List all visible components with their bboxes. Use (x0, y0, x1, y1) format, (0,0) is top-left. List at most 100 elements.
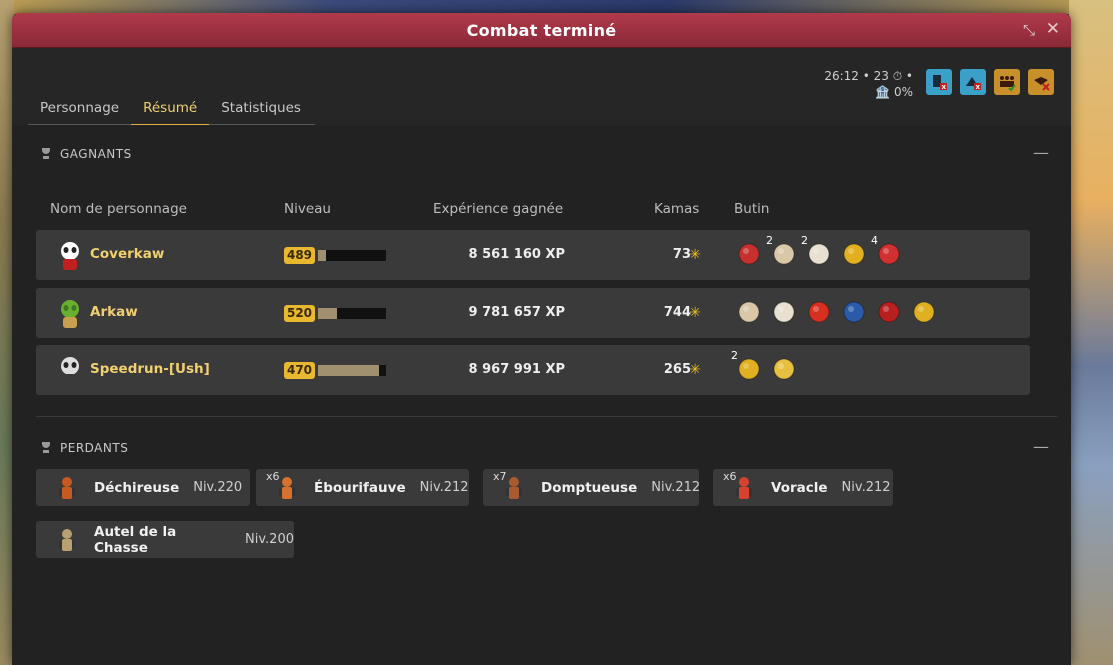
mob-quantity: x6 (266, 469, 280, 483)
svg-text:x: x (976, 83, 981, 91)
level-badge: 520 (284, 305, 315, 322)
window-title: Combat terminé (466, 20, 617, 40)
kamas-gained: 265 (663, 362, 691, 377)
fight-bonus: 🏦 0% (875, 85, 913, 99)
mob-level: Niv.200 (245, 532, 294, 547)
level-progress-bar (318, 365, 386, 376)
kama-icon: ✳ (689, 362, 701, 378)
mob-quantity: x7 (493, 469, 507, 483)
red-dragon-icon[interactable]: 4 (871, 234, 902, 267)
collapse-winners-button[interactable]: — (1033, 143, 1049, 162)
loser-entry[interactable]: x6 Ébourifauve Niv.212 (256, 469, 469, 506)
red-scale-icon[interactable] (736, 241, 762, 267)
level-progress-bar (318, 308, 386, 319)
character-name: Coverkaw (90, 246, 165, 262)
red-apple-icon[interactable] (806, 299, 832, 325)
mob-name: Domptueuse (541, 479, 638, 496)
level-progress-bar (318, 250, 386, 261)
gold-orb-icon[interactable] (841, 241, 867, 267)
kama-icon: ✳ (689, 247, 701, 263)
close-icon[interactable]: ✕ (1046, 19, 1060, 39)
mob-name: Déchireuse (94, 479, 180, 496)
results-content: GAGNANTS — Nom de personnage Niveau Expé… (12, 125, 1071, 665)
svg-text:x: x (942, 83, 947, 91)
mob-level: Niv.220 (193, 480, 243, 495)
loot-quantity: 4 (871, 234, 878, 247)
character-avatar-icon (54, 239, 86, 273)
title-bar[interactable]: Combat terminé ⤡ ✕ (12, 13, 1071, 48)
winner-row[interactable]: Coverkaw 489 8 561 160 XP 73 ✳ 224 (36, 230, 1030, 280)
ebourifauve-icon: x6 (266, 470, 300, 502)
fight-info: 26:12 • 23 ⏱ • 🏦 0% (824, 68, 913, 100)
minimize-icon[interactable]: ⤡ (1023, 21, 1035, 39)
background-art-top (0, 0, 1113, 14)
loot-quantity: 2 (766, 234, 773, 247)
character-avatar-icon (54, 297, 86, 331)
kama-icon: ✳ (689, 305, 701, 321)
col-header-xp: Expérience gagnée (433, 201, 564, 217)
no-help-icon[interactable]: x (960, 69, 986, 95)
paper-scroll-icon[interactable] (771, 299, 797, 325)
section-divider (36, 416, 1057, 417)
domptueuse-icon: x7 (493, 470, 527, 502)
level-badge: 470 (284, 362, 315, 379)
fight-duration-turns: 26:12 • 23 ⏱ • (824, 69, 913, 83)
spectator-lock-icon[interactable]: x (926, 69, 952, 95)
mob-quantity: x6 (723, 469, 737, 483)
top-bar: Personnage Résumé Statistiques 26:12 • 2… (12, 48, 1071, 126)
col-header-level: Niveau (284, 201, 331, 217)
blue-pot-icon[interactable] (841, 299, 867, 325)
col-header-loot: Butin (734, 201, 770, 217)
winner-row[interactable]: Arkaw 520 9 781 657 XP 744 ✳ (36, 288, 1030, 338)
loser-entry[interactable]: Déchireuse Niv.220 (36, 469, 250, 506)
winner-row[interactable]: Speedrun-[Ush] 470 8 967 991 XP 265 ✳ 2 (36, 345, 1030, 395)
loser-entry[interactable]: x7 Domptueuse Niv.212 (483, 469, 701, 506)
loser-entry[interactable]: Autel de la Chasse Niv.200 (36, 521, 294, 558)
character-name: Speedrun-[Ush] (90, 361, 210, 377)
collapse-losers-button[interactable]: — (1033, 437, 1049, 456)
kamas-gained: 744 (663, 305, 691, 320)
xp-gained: 9 781 657 XP (468, 305, 565, 320)
gold-orb-icon[interactable] (911, 299, 937, 325)
loot-list (736, 299, 937, 325)
level-badge: 489 (284, 247, 315, 264)
no-challenge-icon[interactable] (1028, 69, 1054, 95)
mob-level: Niv.212 (651, 480, 701, 495)
paper-scroll-icon[interactable]: 2 (801, 234, 832, 267)
loot-quantity: 2 (731, 349, 738, 362)
mob-name: Ébourifauve (314, 479, 406, 496)
red-wing-icon[interactable] (876, 299, 902, 325)
voracle-icon: x6 (723, 470, 757, 502)
loot-list: 2 (731, 349, 797, 382)
winners-heading: GAGNANTS (40, 147, 132, 161)
background-art-right (1069, 0, 1113, 665)
losers-heading: PERDANTS (40, 441, 128, 455)
mob-name: Autel de la Chasse (94, 523, 177, 556)
character-avatar-icon (54, 354, 86, 388)
loot-list: 2 2 4 (736, 234, 902, 267)
combat-results-window: Combat terminé ⤡ ✕ Personnage Résumé Sta… (12, 13, 1071, 665)
fight-options: x x (926, 69, 1054, 95)
xp-gained: 8 967 991 XP (468, 362, 565, 377)
col-header-name: Nom de personnage (50, 201, 187, 217)
trophy-icon (40, 442, 52, 454)
loser-entry[interactable]: x6 Voracle Niv.212 (713, 469, 893, 506)
mob-level: Niv.212 (419, 480, 469, 495)
tab-bar: Personnage Résumé Statistiques (28, 92, 315, 126)
dechireuse-icon (54, 474, 80, 502)
xp-gained: 8 561 160 XP (468, 247, 565, 262)
gold-orb-icon[interactable]: 2 (731, 349, 762, 382)
character-name: Arkaw (90, 304, 138, 320)
autel-icon (54, 526, 80, 554)
trophy-icon (40, 148, 52, 160)
yellow-horn-icon[interactable] (771, 356, 797, 382)
mob-level: Niv.212 (841, 480, 891, 495)
tab-resume[interactable]: Résumé (131, 92, 210, 126)
feather-fan-icon[interactable]: 2 (766, 234, 797, 267)
tab-personnage[interactable]: Personnage (28, 92, 131, 124)
group-only-icon[interactable] (994, 69, 1020, 95)
col-header-kamas: Kamas (654, 201, 700, 217)
loot-quantity: 2 (801, 234, 808, 247)
tab-statistiques[interactable]: Statistiques (209, 92, 315, 124)
feather-fan-icon[interactable] (736, 299, 762, 325)
